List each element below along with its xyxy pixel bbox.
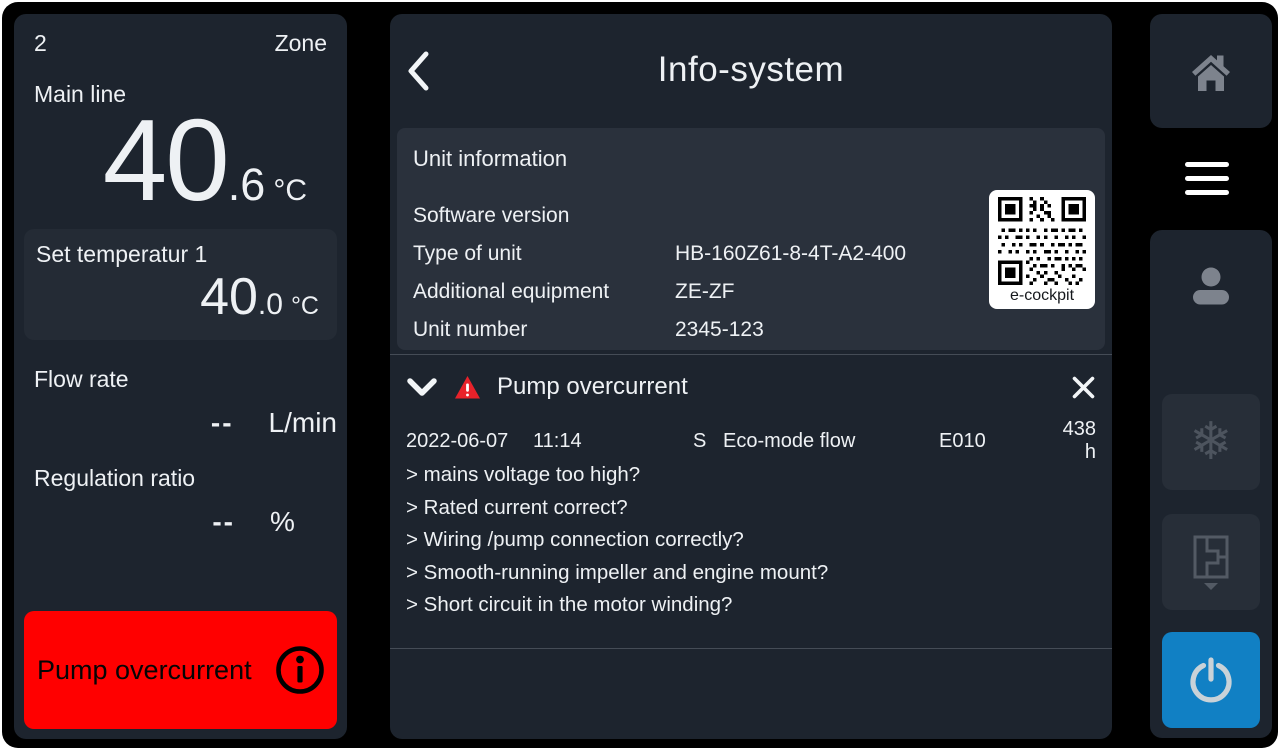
- unit-information-rows: Software version Type of unit HB-160Z61-…: [413, 197, 1089, 349]
- info-system-header: Info-system: [390, 14, 1112, 128]
- alarm-banner[interactable]: Pump overcurrent: [24, 611, 337, 729]
- info-system-panel: Info-system Unit information Software ve…: [390, 14, 1112, 739]
- row-label: Additional equipment: [413, 280, 675, 304]
- sidebar-item-user[interactable]: [1150, 264, 1272, 308]
- alert-source: Eco-mode flow: [723, 430, 939, 453]
- zone-label: Zone: [275, 30, 327, 57]
- chevron-left-icon: [406, 50, 430, 92]
- set-temp-fraction: .0: [258, 288, 283, 322]
- list-item: > Rated current correct?: [406, 492, 1096, 525]
- user-icon: [1188, 264, 1234, 308]
- alert-date: 2022-06-07: [406, 430, 533, 453]
- mold-button[interactable]: [1162, 514, 1260, 610]
- power-icon: [1186, 655, 1236, 705]
- collapse-alert-button[interactable]: [406, 377, 438, 397]
- regulation-ratio-value: --: [24, 506, 235, 538]
- section-divider: [390, 354, 1112, 355]
- unit-information-heading: Unit information: [413, 146, 1089, 172]
- power-button[interactable]: [1162, 632, 1260, 728]
- alert-state: S: [693, 430, 723, 453]
- set-temp-integer: 40: [200, 268, 258, 328]
- qr-code-icon: [997, 197, 1087, 285]
- menu-icon: [1185, 162, 1229, 195]
- row-label: Unit number: [413, 318, 675, 342]
- alarm-label: Pump overcurrent: [37, 655, 273, 686]
- zone-number: 2: [34, 30, 47, 57]
- page-title: Info-system: [390, 14, 1112, 126]
- table-row: Type of unit HB-160Z61-8-4T-A2-400: [413, 235, 1089, 273]
- unit-information-card: Unit information Software version Type o…: [397, 128, 1105, 350]
- table-row: Software version: [413, 197, 1089, 235]
- set-temperature-label: Set temperatur 1: [36, 241, 319, 268]
- alert-checklist: > mains voltage too high? > Rated curren…: [390, 459, 1112, 622]
- snowflake-icon: ❄: [1189, 416, 1233, 468]
- cooling-button[interactable]: ❄: [1162, 394, 1260, 490]
- regulation-ratio-label: Regulation ratio: [24, 465, 337, 492]
- flow-rate-value-row: -- L/min: [24, 407, 337, 439]
- chevron-down-icon: [406, 377, 438, 397]
- row-label: Type of unit: [413, 242, 675, 266]
- sidebar-item-menu[interactable]: [1118, 128, 1264, 229]
- zone-panel: 2 Zone Main line 40 .6 °C Set temperatur…: [14, 14, 347, 739]
- qr-label: e-cockpit: [997, 285, 1087, 306]
- list-item: > Short circuit in the motor winding?: [406, 589, 1096, 622]
- main-line-temperature: 40 .6 °C: [24, 98, 337, 223]
- set-temp-unit: °C: [291, 292, 319, 321]
- alert-time: 11:14: [533, 430, 693, 453]
- flow-rate-unit: L/min: [269, 407, 337, 439]
- set-temperature-tile[interactable]: Set temperatur 1 40 .0 °C: [24, 229, 337, 340]
- alert-operating-hours: 438 h: [1046, 418, 1096, 464]
- section-divider: [390, 648, 1112, 649]
- back-button[interactable]: [406, 50, 430, 92]
- regulation-ratio-value-row: -- %: [24, 506, 337, 538]
- list-item: > mains voltage too high?: [406, 459, 1096, 492]
- list-item: > Smooth-running impeller and engine mou…: [406, 557, 1096, 590]
- zone-header: 2 Zone: [24, 30, 337, 57]
- warning-triangle-icon: [454, 375, 481, 400]
- mold-icon: [1187, 533, 1235, 591]
- e-cockpit-qr-card: e-cockpit: [989, 190, 1095, 309]
- flow-rate-label: Flow rate: [24, 366, 337, 393]
- flow-rate-value: --: [24, 407, 234, 439]
- main-temp-unit: °C: [273, 174, 307, 208]
- list-item: > Wiring /pump connection correctly?: [406, 524, 1096, 557]
- row-label: Software version: [413, 204, 675, 228]
- close-icon: [1071, 375, 1096, 400]
- table-row: Unit number 2345-123: [413, 311, 1089, 349]
- info-circle-icon: [273, 643, 327, 697]
- set-temperature-value: 40 .0 °C: [36, 268, 319, 328]
- alert-title: Pump overcurrent: [497, 373, 688, 401]
- regulation-ratio-unit: %: [270, 506, 295, 538]
- alert-meta-row: 2022-06-07 11:14 S Eco-mode flow E010 43…: [390, 418, 1112, 452]
- main-temp-integer: 40: [103, 98, 228, 223]
- alert-code: E010: [939, 430, 1046, 453]
- row-value: 2345-123: [675, 318, 1089, 342]
- sidebar-item-home[interactable]: [1150, 14, 1272, 128]
- device-screen: 2 Zone Main line 40 .6 °C Set temperatur…: [2, 2, 1278, 748]
- close-alert-button[interactable]: [1071, 375, 1096, 400]
- main-temp-fraction: .6: [228, 159, 266, 211]
- alert-header-row[interactable]: Pump overcurrent: [390, 356, 1112, 418]
- home-icon: [1188, 49, 1234, 93]
- table-row: Additional equipment ZE-ZF: [413, 273, 1089, 311]
